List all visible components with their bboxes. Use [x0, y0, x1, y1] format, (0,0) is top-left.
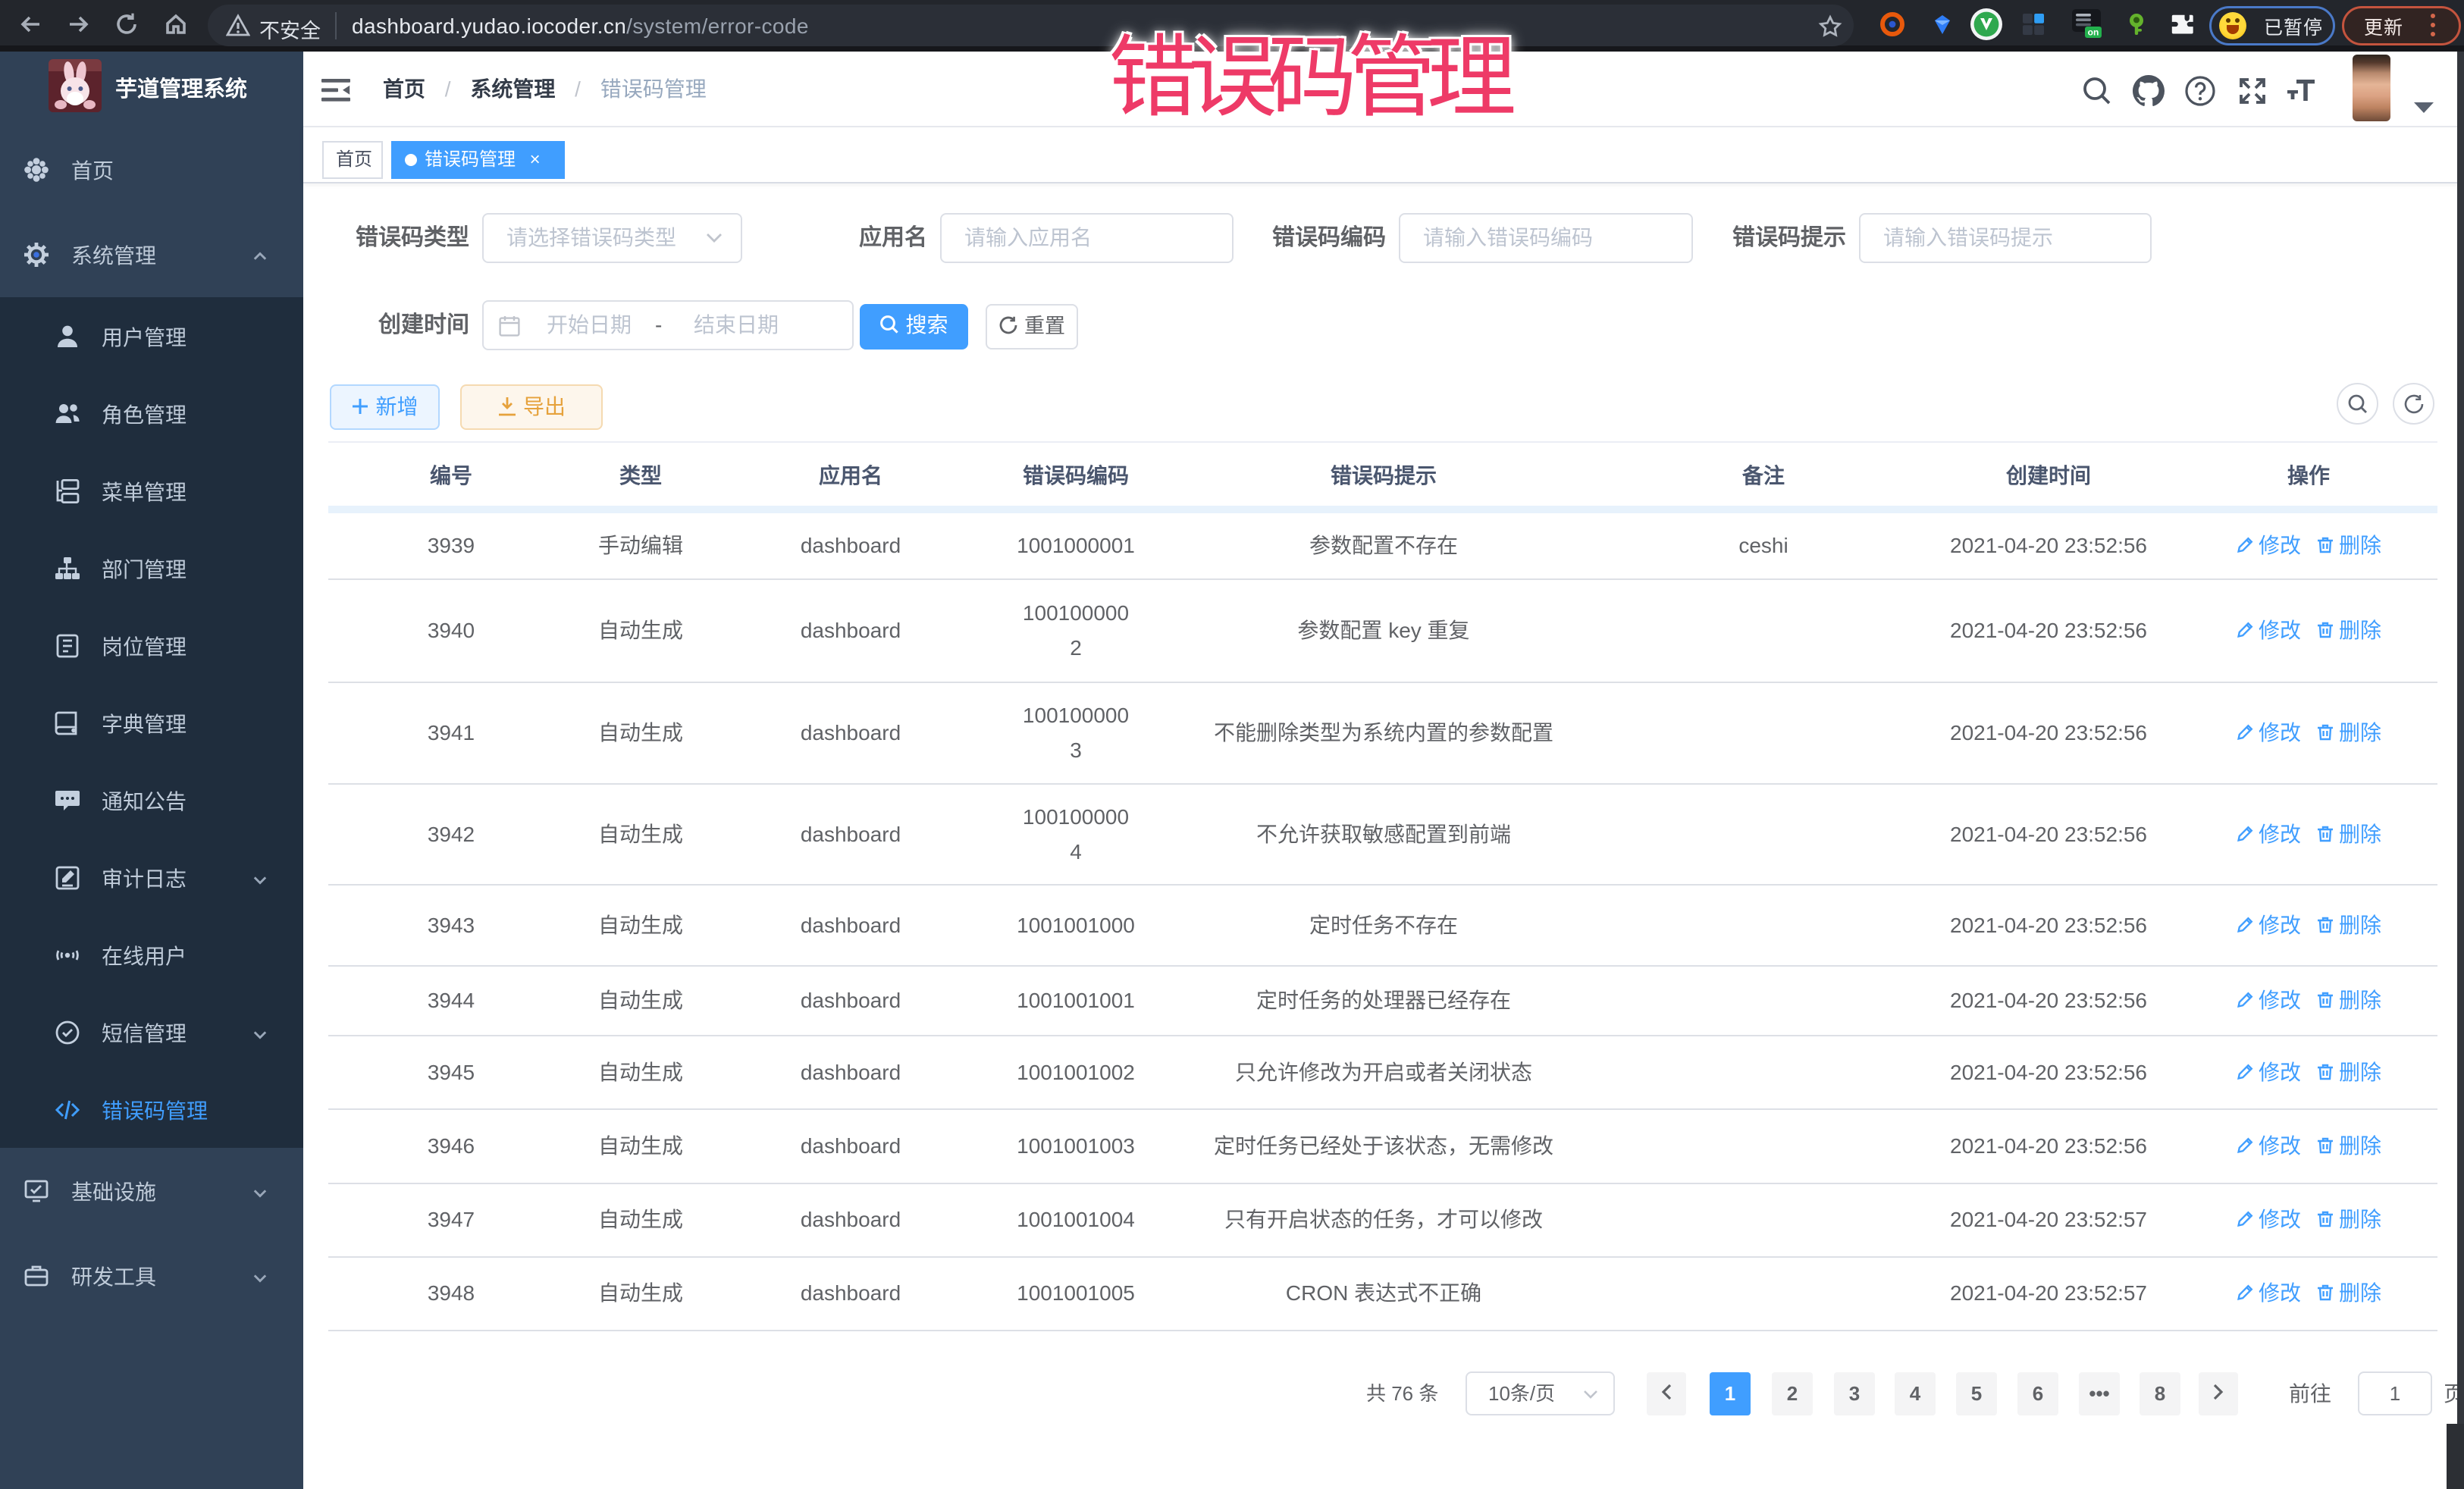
- svg-text:on: on: [2088, 27, 2099, 38]
